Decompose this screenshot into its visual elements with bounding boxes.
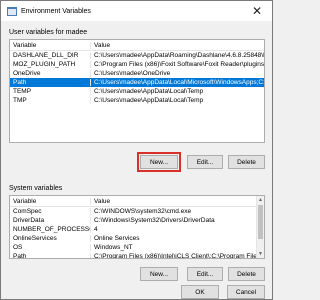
variable-name-cell: NUMBER_OF_PROCESSORS	[13, 226, 90, 233]
scroll-up-icon[interactable]: ▲	[257, 196, 264, 204]
column-header-variable[interactable]: Variable	[10, 42, 90, 49]
system-variables-list[interactable]: Variable Value ComSpec C:\WINDOWS\system3…	[9, 195, 265, 259]
system-edit-button[interactable]: Edit...	[187, 267, 223, 281]
new-button-highlight	[137, 152, 181, 172]
variable-value-cell: Online Services	[90, 235, 264, 242]
variable-value-cell: 4	[90, 226, 264, 233]
table-row[interactable]: TMP C:\Users\madee\AppData\Local\Temp	[10, 96, 264, 105]
table-row[interactable]: OS Windows_NT	[10, 243, 264, 252]
user-variables-label: User variables for madee	[9, 29, 88, 36]
variable-name-cell: ComSpec	[13, 208, 42, 215]
variable-value-cell: C:\Program Files (x86)\Foxit Software\Fo…	[90, 61, 264, 68]
table-row[interactable]: OnlineServices Online Services	[10, 234, 264, 243]
variable-value-cell: C:\Windows\System32\Drivers\DriverData	[90, 217, 264, 224]
variable-name-cell: Path	[13, 253, 27, 259]
variable-name-cell: Path	[13, 79, 27, 86]
variable-value-cell: C:\Users\madee\AppData\Local\Microsoft\W…	[90, 79, 264, 86]
user-edit-button[interactable]: Edit...	[187, 155, 223, 169]
variable-value-cell: C:\Users\madee\AppData\Roaming\Dashlane\…	[90, 52, 264, 59]
variable-name-cell: DriverData	[13, 217, 45, 224]
column-header-variable[interactable]: Variable	[10, 198, 90, 205]
environment-variables-dialog: Environment Variables ✕ User variables f…	[0, 0, 273, 300]
cancel-button[interactable]: Cancel	[227, 285, 265, 299]
table-row[interactable]: OneDrive C:\Users\madee\OneDrive	[10, 69, 264, 78]
table-row[interactable]: NUMBER_OF_PROCESSORS4	[10, 225, 264, 234]
table-row[interactable]: MOZ_PLUGIN_PATH C:\Program Files (x86)\Fo…	[10, 60, 264, 69]
column-header-value[interactable]: Value	[90, 197, 264, 205]
variable-value-cell: C:\Users\madee\OneDrive	[90, 70, 264, 77]
variable-name-cell: OnlineServices	[13, 235, 57, 242]
system-new-button[interactable]: New...	[140, 267, 178, 281]
column-header-value[interactable]: Value	[90, 41, 264, 49]
system-delete-button[interactable]: Delete	[228, 267, 265, 281]
list-header: Variable Value	[10, 196, 264, 207]
variable-value-cell: C:\WINDOWS\system32\cmd.exe	[90, 208, 264, 215]
scroll-thumb[interactable]	[258, 205, 263, 239]
variable-value-cell: C:\Program Files (x86)\Intel\iCLS Client…	[90, 253, 264, 258]
list-header: Variable Value	[10, 40, 264, 51]
title-bar[interactable]: Environment Variables ✕	[1, 1, 272, 21]
system-list-scrollbar[interactable]: ▲ ▼	[256, 196, 264, 258]
variable-name-cell: TMP	[13, 97, 27, 104]
variable-value-cell: C:\Users\madee\AppData\Local\Temp	[90, 97, 264, 104]
variable-value-cell: C:\Users\madee\AppData\Local\Temp	[90, 88, 264, 95]
table-row[interactable]: DASHLANE_DLL_DIR C:\Users\madee\AppData\R…	[10, 51, 264, 60]
ok-button[interactable]: OK	[181, 285, 219, 299]
user-variables-list[interactable]: Variable Value DASHLANE_DLL_DIR C:\Users\…	[9, 39, 265, 143]
table-row[interactable]: TEMP C:\Users\madee\AppData\Local\Temp	[10, 87, 264, 96]
variable-name-cell: OneDrive	[13, 70, 41, 77]
variable-name-cell: OS	[13, 244, 23, 251]
window-icon	[7, 6, 17, 16]
table-row[interactable]: Path C:\Users\madee\AppData\Local\Microso…	[10, 78, 264, 87]
system-variables-label: System variables	[9, 185, 63, 192]
table-row[interactable]: DriverData C:\Windows\System32\Drivers\Dr…	[10, 216, 264, 225]
user-delete-button[interactable]: Delete	[228, 155, 265, 169]
variable-name-cell: TEMP	[13, 88, 32, 95]
variable-name-cell: DASHLANE_DLL_DIR	[13, 52, 79, 59]
scroll-down-icon[interactable]: ▼	[257, 250, 264, 258]
variable-name-cell: MOZ_PLUGIN_PATH	[13, 61, 76, 68]
close-button[interactable]: ✕	[242, 1, 272, 21]
table-row[interactable]: Path C:\Program Files (x86)\Intel\iCLS Cl…	[10, 252, 264, 259]
table-row[interactable]: ComSpec C:\WINDOWS\system32\cmd.exe	[10, 207, 264, 216]
variable-value-cell: Windows_NT	[90, 244, 264, 251]
window-title: Environment Variables	[21, 7, 91, 15]
